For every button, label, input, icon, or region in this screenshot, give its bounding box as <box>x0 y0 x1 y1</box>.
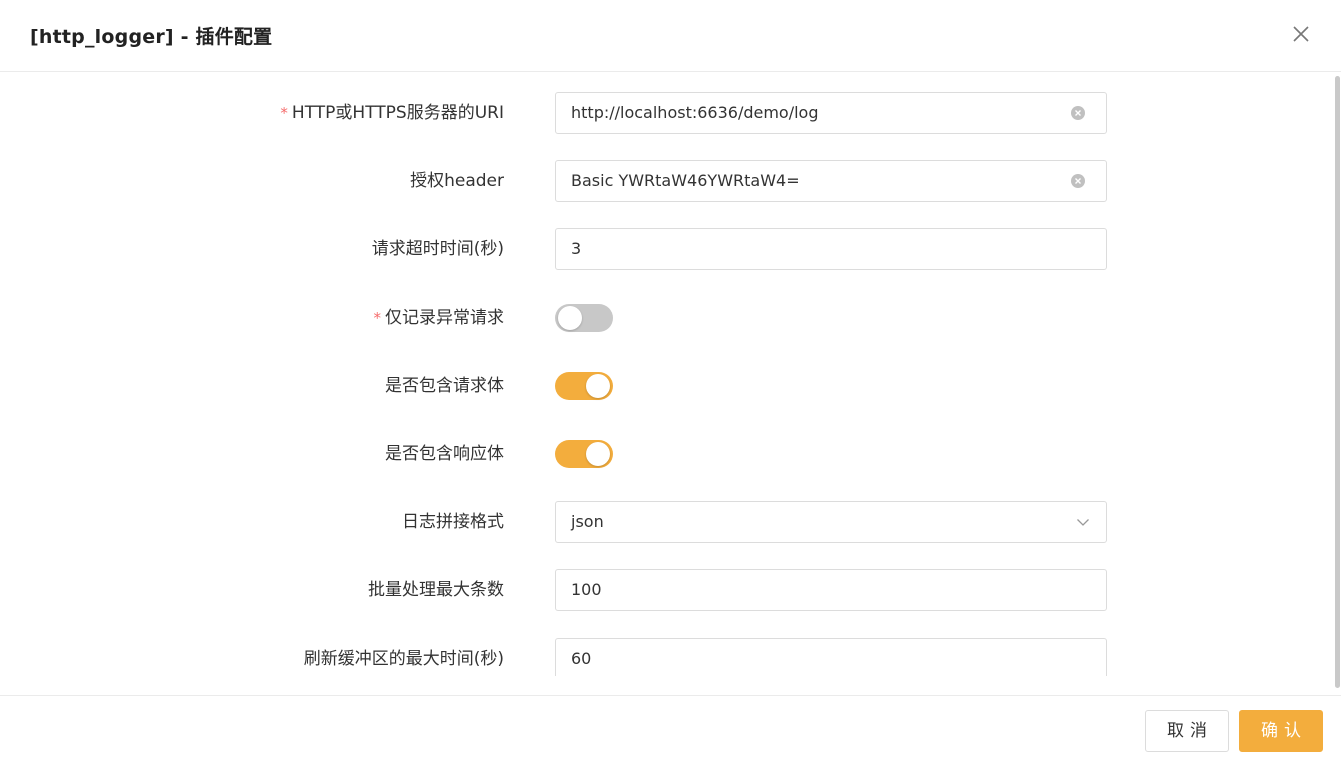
buffer-duration-input[interactable]: 60 <box>555 638 1107 676</box>
timeout-label: 请求超时时间(秒) <box>371 239 504 259</box>
timeout-input-value: 3 <box>571 239 582 258</box>
form-row-include-resp-body: 是否包含响应体 <box>0 433 1300 475</box>
include-req-body-label: 是否包含请求体 <box>385 376 504 396</box>
batch-max-input[interactable]: 100 <box>555 569 1107 611</box>
form-row-timeout: 请求超时时间(秒) 3 <box>0 228 1300 270</box>
form-row-include-req-body: 是否包含请求体 <box>0 365 1300 407</box>
confirm-button[interactable]: 确认 <box>1239 710 1323 752</box>
form-row-log-format: 日志拼接格式 json <box>0 501 1300 543</box>
dialog-header: [http_logger] - 插件配置 <box>0 0 1341 72</box>
timeout-input[interactable]: 3 <box>555 228 1107 270</box>
close-icon[interactable] <box>1289 22 1313 46</box>
switch-knob <box>558 306 582 330</box>
include-resp-body-switch[interactable] <box>555 440 613 468</box>
include-req-body-switch[interactable] <box>555 372 613 400</box>
log-format-select[interactable]: json <box>555 501 1107 543</box>
only-error-label: * 仅记录异常请求 <box>373 308 505 328</box>
uri-label: * HTTP或HTTPS服务器的URI <box>280 103 504 123</box>
required-mark: * <box>373 309 382 327</box>
clear-icon[interactable] <box>1070 105 1086 121</box>
scrollbar[interactable] <box>1335 76 1340 688</box>
log-format-label: 日志拼接格式 <box>402 512 504 532</box>
form-row-only-error: * 仅记录异常请求 <box>0 297 1300 339</box>
form-row-auth-header: 授权header Basic YWRtaW46YWRtaW4= <box>0 160 1300 202</box>
uri-input[interactable]: http://localhost:6636/demo/log <box>555 92 1107 134</box>
log-format-select-value: json <box>571 512 604 531</box>
cancel-button[interactable]: 取消 <box>1145 710 1229 752</box>
auth-header-input-value: Basic YWRtaW46YWRtaW4= <box>571 171 800 190</box>
uri-input-value: http://localhost:6636/demo/log <box>571 103 819 122</box>
auth-header-input[interactable]: Basic YWRtaW46YWRtaW4= <box>555 160 1107 202</box>
buffer-duration-label: 刷新缓冲区的最大时间(秒) <box>303 649 504 669</box>
switch-knob <box>586 442 610 466</box>
dialog-title: [http_logger] - 插件配置 <box>30 26 273 48</box>
form-row-uri: * HTTP或HTTPS服务器的URI http://localhost:6636… <box>0 92 1300 134</box>
buffer-duration-input-value: 60 <box>571 649 592 668</box>
only-error-switch[interactable] <box>555 304 613 332</box>
chevron-down-icon <box>1077 519 1089 526</box>
form-row-batch-max: 批量处理最大条数 100 <box>0 569 1300 611</box>
plugin-config-dialog: [http_logger] - 插件配置 * HTTP或HTTPS服务器的URI … <box>0 0 1341 771</box>
required-mark: * <box>280 104 288 122</box>
dialog-body: * HTTP或HTTPS服务器的URI http://localhost:6636… <box>0 72 1341 676</box>
auth-header-label: 授权header <box>410 171 504 191</box>
include-resp-body-label: 是否包含响应体 <box>385 444 504 464</box>
batch-max-label: 批量处理最大条数 <box>368 580 504 600</box>
dialog-footer: 取消 确认 <box>0 695 1341 771</box>
switch-knob <box>586 374 610 398</box>
form-row-buffer-duration: 刷新缓冲区的最大时间(秒) 60 <box>0 638 1300 676</box>
batch-max-input-value: 100 <box>571 580 602 599</box>
clear-icon[interactable] <box>1070 173 1086 189</box>
